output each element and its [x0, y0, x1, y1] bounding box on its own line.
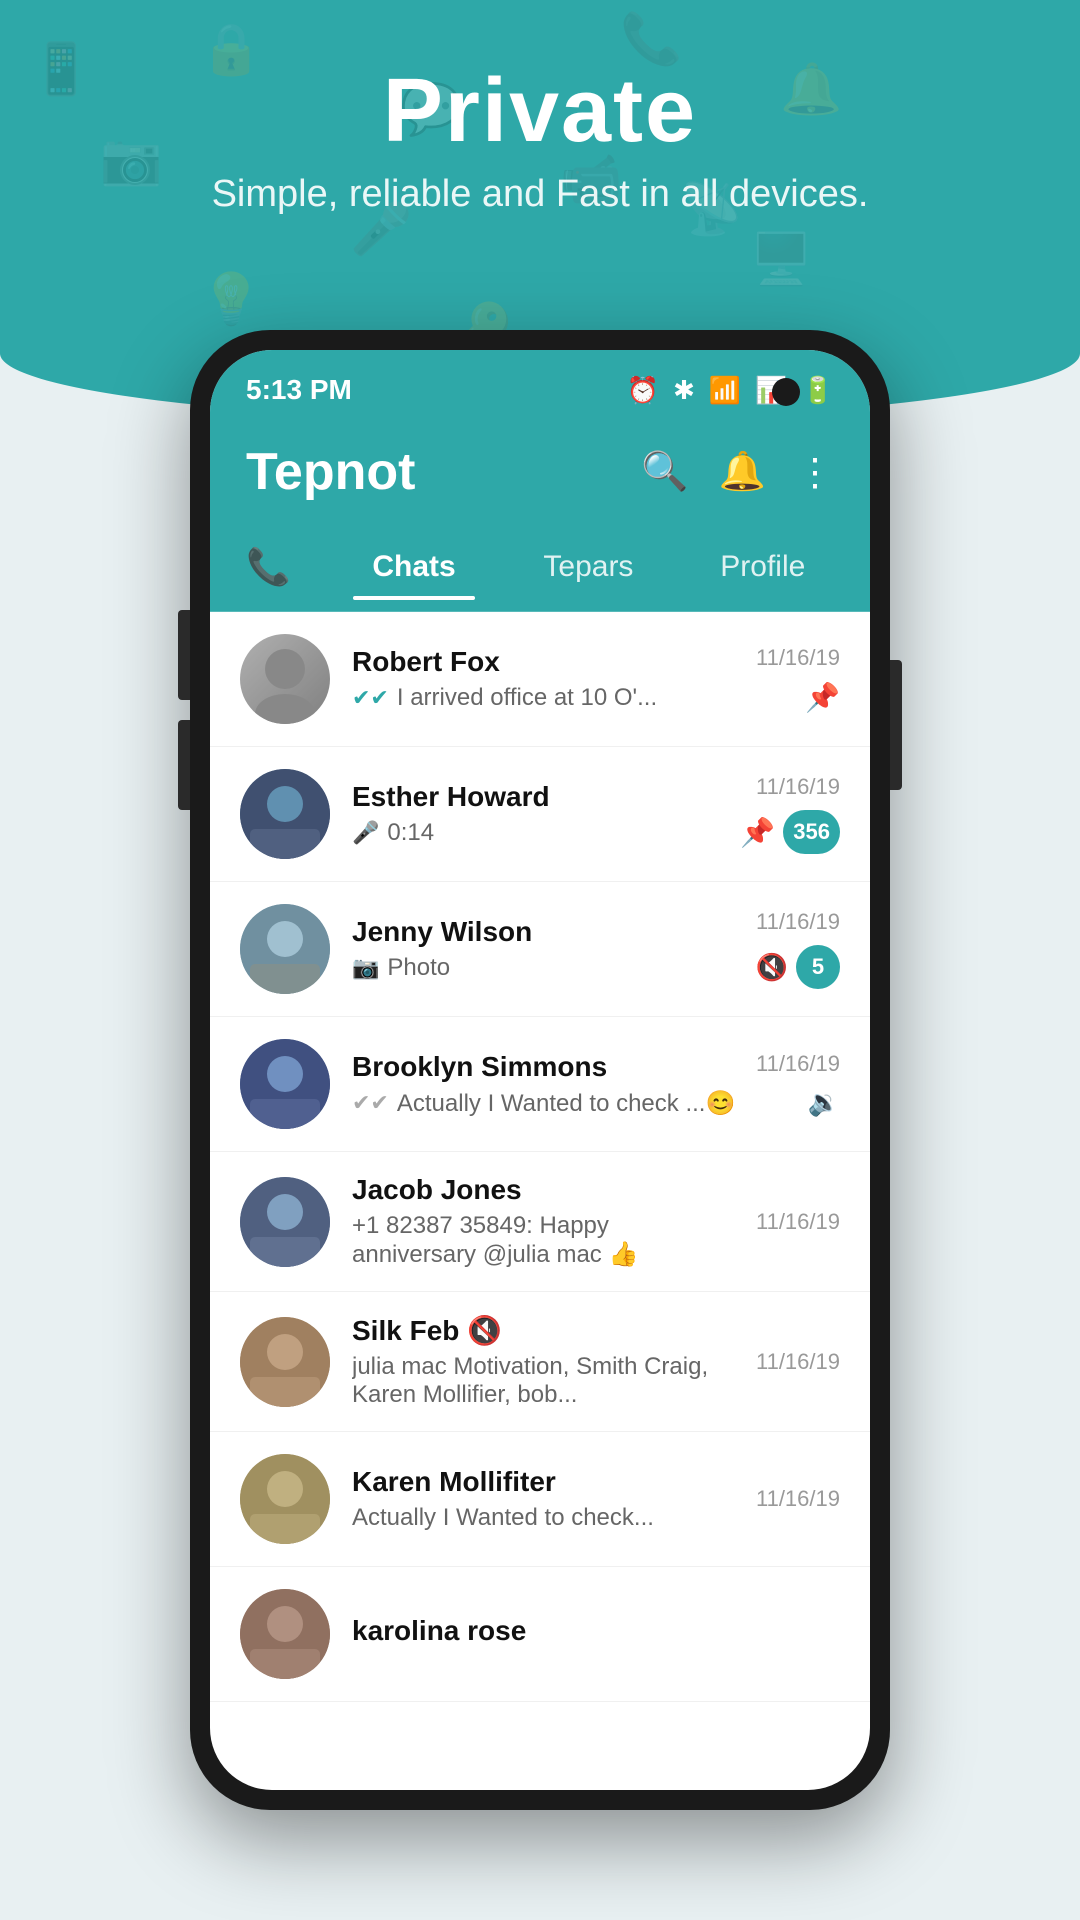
- chat-name: Esther Howard: [352, 781, 718, 813]
- phone-shell: 5:13 PM ⏰ ✱ 📶 📊 🔋 Tepnot 🔍 🔔 ⋮: [190, 330, 890, 1810]
- chat-list: Robert Fox ✔✔ I arrived office at 10 O'.…: [210, 612, 870, 1702]
- chat-preview: 📷 Photo: [352, 954, 734, 982]
- chat-meta: 11/16/19 📌: [756, 645, 840, 714]
- unread-badge: 356: [783, 810, 840, 854]
- chat-content: Jenny Wilson 📷 Photo: [352, 916, 734, 982]
- chat-meta: 11/16/19 🔉: [756, 1051, 840, 1118]
- chat-preview: julia mac Motivation, Smith Craig, Karen…: [352, 1353, 734, 1409]
- chat-item-esther-howard[interactable]: Esther Howard 🎤 0:14 11/16/19 📌 356: [210, 747, 870, 882]
- app-title: Tepnot: [246, 442, 415, 502]
- chat-item-karolina-rose[interactable]: karolina rose: [210, 1567, 870, 1702]
- hero-title: Private: [0, 60, 1080, 163]
- unread-badge: 5: [796, 945, 840, 989]
- avatar: [240, 1039, 330, 1129]
- chat-meta: 11/16/19: [756, 1209, 840, 1235]
- wifi-icon: 📶: [709, 375, 741, 406]
- camera-icon: 📷: [352, 955, 379, 981]
- chat-preview: ✔✔ I arrived office at 10 O'...: [352, 684, 734, 712]
- chat-item-silk-feb[interactable]: Silk Feb 🔇 julia mac Motivation, Smith C…: [210, 1292, 870, 1432]
- chat-content: Esther Howard 🎤 0:14: [352, 781, 718, 847]
- power-button: [890, 660, 902, 790]
- chat-item-brooklyn-simmons[interactable]: Brooklyn Simmons ✔✔ Actually I Wanted to…: [210, 1017, 870, 1152]
- tab-profile[interactable]: Profile: [676, 536, 850, 598]
- tab-tepars[interactable]: Tepars: [501, 536, 675, 598]
- search-icon[interactable]: 🔍: [641, 450, 688, 494]
- chat-item-jacob-jones[interactable]: Jacob Jones +1 82387 35849: Happy annive…: [210, 1152, 870, 1292]
- bluetooth-icon: ✱: [673, 375, 695, 406]
- chat-date: 11/16/19: [756, 909, 840, 935]
- chat-meta: 11/16/19: [756, 1349, 840, 1375]
- chat-name: Karen Mollifiter: [352, 1466, 734, 1498]
- header-actions: 🔍 🔔 ⋮: [641, 450, 834, 495]
- chat-content: Jacob Jones +1 82387 35849: Happy annive…: [352, 1174, 734, 1269]
- chat-date: 11/16/19: [756, 1486, 840, 1512]
- camera-hole: [772, 378, 800, 406]
- chat-content: Robert Fox ✔✔ I arrived office at 10 O'.…: [352, 646, 734, 712]
- chat-preview: Actually I Wanted to check...: [352, 1504, 734, 1532]
- hero-section: Private Simple, reliable and Fast in all…: [0, 60, 1080, 216]
- phone-icon[interactable]: 📞: [230, 536, 307, 598]
- mic-icon: 🎤: [352, 820, 379, 846]
- unpin-icon: 📌: [740, 816, 775, 849]
- chat-content: Silk Feb 🔇 julia mac Motivation, Smith C…: [352, 1314, 734, 1409]
- chat-name: Jacob Jones: [352, 1174, 734, 1206]
- notifications-icon[interactable]: 🔔: [719, 450, 766, 494]
- chat-name: Robert Fox: [352, 646, 734, 678]
- volume-up-button: [178, 610, 190, 700]
- chat-name: Jenny Wilson: [352, 916, 734, 948]
- chat-date: 11/16/19: [756, 774, 840, 800]
- phone-mockup: 5:13 PM ⏰ ✱ 📶 📊 🔋 Tepnot 🔍 🔔 ⋮: [190, 330, 890, 1810]
- chat-content: Brooklyn Simmons ✔✔ Actually I Wanted to…: [352, 1051, 734, 1118]
- avatar: [240, 1589, 330, 1679]
- more-options-icon[interactable]: ⋮: [796, 450, 834, 495]
- chat-date: 11/16/19: [756, 1349, 840, 1375]
- hero-subtitle: Simple, reliable and Fast in all devices…: [0, 173, 1080, 216]
- chat-meta: 11/16/19: [756, 1486, 840, 1512]
- chat-preview: 🎤 0:14: [352, 819, 718, 847]
- chat-preview: ✔✔ Actually I Wanted to check ...😊: [352, 1089, 734, 1118]
- alarm-icon: ⏰: [627, 375, 659, 406]
- avatar: [240, 1454, 330, 1544]
- chat-name: Silk Feb 🔇: [352, 1314, 734, 1347]
- chat-name: Brooklyn Simmons: [352, 1051, 734, 1083]
- double-check-icon: ✔✔: [352, 685, 389, 711]
- avatar: [240, 904, 330, 994]
- chat-content: Karen Mollifiter Actually I Wanted to ch…: [352, 1466, 734, 1532]
- chat-meta: 11/16/19 🔇 5: [756, 909, 840, 989]
- volume-down-button: [178, 720, 190, 810]
- pin-icon: 📌: [805, 681, 840, 714]
- avatar: [240, 1177, 330, 1267]
- volume-mute-icon: 🔉: [808, 1087, 840, 1118]
- chat-content: karolina rose: [352, 1615, 818, 1653]
- chat-date: 11/16/19: [756, 645, 840, 671]
- chat-date: 11/16/19: [756, 1209, 840, 1235]
- avatar: [240, 769, 330, 859]
- chat-item-robert-fox[interactable]: Robert Fox ✔✔ I arrived office at 10 O'.…: [210, 612, 870, 747]
- phone-screen: 5:13 PM ⏰ ✱ 📶 📊 🔋 Tepnot 🔍 🔔 ⋮: [210, 350, 870, 1790]
- chat-item-karen-mollifiter[interactable]: Karen Mollifiter Actually I Wanted to ch…: [210, 1432, 870, 1567]
- battery-icon: 🔋: [802, 375, 834, 406]
- chat-name: karolina rose: [352, 1615, 818, 1647]
- chat-item-jenny-wilson[interactable]: Jenny Wilson 📷 Photo 11/16/19 🔇 5: [210, 882, 870, 1017]
- status-bar: 5:13 PM ⏰ ✱ 📶 📊 🔋: [210, 350, 870, 422]
- app-header: Tepnot 🔍 🔔 ⋮: [210, 422, 870, 522]
- chat-preview: +1 82387 35849: Happy anniversary @julia…: [352, 1212, 734, 1269]
- status-icons: ⏰ ✱ 📶 📊 🔋: [627, 375, 834, 406]
- chat-meta: 11/16/19 📌 356: [740, 774, 840, 854]
- status-time: 5:13 PM: [246, 374, 352, 406]
- double-check-icon: ✔✔: [352, 1090, 389, 1116]
- avatar: [240, 634, 330, 724]
- mute-icon: 🔇: [756, 952, 788, 983]
- tab-bar: 📞 Chats Tepars Profile: [210, 522, 870, 612]
- chat-date: 11/16/19: [756, 1051, 840, 1077]
- tab-chats[interactable]: Chats: [327, 536, 501, 598]
- avatar: [240, 1317, 330, 1407]
